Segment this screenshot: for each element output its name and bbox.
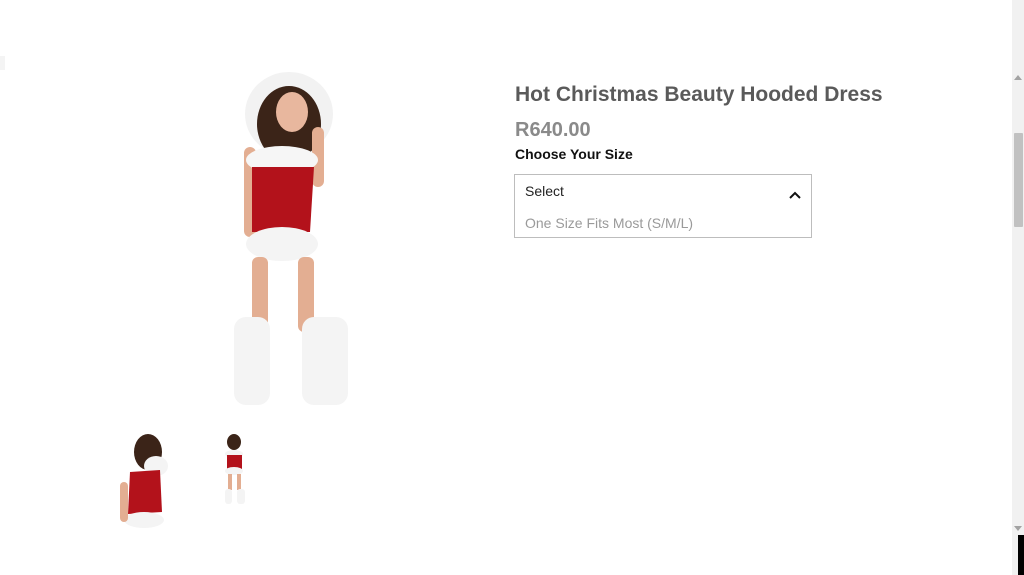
product-main-image[interactable] — [222, 72, 362, 410]
product-price: R640.00 — [515, 119, 591, 141]
scroll-down-arrow-icon[interactable] — [1014, 526, 1022, 531]
page-scrollbar[interactable] — [1012, 0, 1024, 575]
size-select-dropdown[interactable]: Select One Size Fits Most (S/M/L) — [514, 174, 812, 238]
product-title: Hot Christmas Beauty Hooded Dress — [515, 83, 883, 106]
edge-marker — [0, 56, 5, 70]
size-option[interactable]: One Size Fits Most (S/M/L) — [525, 215, 693, 231]
window-edge — [1018, 535, 1024, 575]
thumbnail-back-view[interactable] — [110, 432, 174, 534]
scrollbar-thumb[interactable] — [1014, 133, 1023, 227]
scroll-up-arrow-icon[interactable] — [1014, 75, 1022, 80]
thumbnail-front-view[interactable] — [218, 434, 252, 506]
size-label: Choose Your Size — [515, 146, 633, 162]
product-page: Hot Christmas Beauty Hooded Dress R640.0… — [0, 0, 1024, 575]
chevron-up-icon[interactable] — [789, 187, 801, 199]
size-select-value[interactable]: Select — [525, 183, 564, 199]
